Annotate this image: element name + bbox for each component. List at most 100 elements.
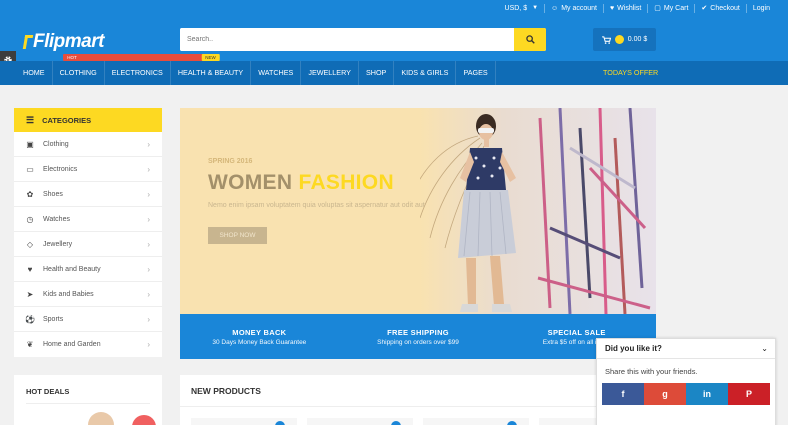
categories-header: ☰ CATEGORIES [14, 108, 162, 132]
category-electronics[interactable]: ▭ Electronics › [14, 157, 162, 182]
cart-icon [601, 35, 611, 44]
category-label: Home and Garden [43, 341, 101, 348]
category-label: Kids and Babies [43, 290, 94, 298]
nav-item-label: ELECTRONICS [111, 68, 163, 77]
logo-mark-icon [22, 35, 34, 49]
free-shipping-info: FREE SHIPPING Shipping on orders over $99 [339, 314, 498, 359]
facebook-share-button[interactable]: f [602, 383, 644, 405]
heart-icon: ♥ [610, 4, 615, 12]
shop-now-button[interactable]: SHOP NOW [208, 227, 267, 244]
category-label: Watches [43, 215, 70, 223]
category-shoes[interactable]: ✿ Shoes › [14, 182, 162, 207]
chevron-right-icon: › [147, 289, 150, 299]
category-health-beauty[interactable]: ♥ Health and Beauty › [14, 257, 162, 282]
share-message: Share this with your friends. [605, 367, 698, 376]
category-label: Shoes [43, 190, 63, 198]
info-subtitle: Shipping on orders over $99 [377, 339, 459, 346]
product-tag [391, 421, 401, 425]
logo[interactable]: Flipmart [22, 31, 104, 53]
hot-deal-image[interactable] [88, 412, 114, 425]
new-products-title: NEW PRODUCTS [191, 386, 261, 396]
product-tag [275, 421, 285, 425]
hero-description: Nemo enim ipsam voluptatem quia voluptas… [208, 202, 425, 209]
chevron-right-icon: › [147, 214, 150, 224]
nav-item-pages[interactable]: PAGES [456, 61, 496, 85]
user-icon: ☺ [551, 4, 559, 12]
my-account-link[interactable]: ☺ My account [544, 3, 603, 13]
chevron-right-icon: › [147, 189, 150, 199]
share-buttons: f g in P [602, 383, 770, 405]
linkedin-share-button[interactable]: in [686, 383, 728, 405]
wishlist-link[interactable]: ♥ Wishlist [603, 3, 647, 13]
nav-items: HOME CLOTHING HOT ELECTRONICS NEW HEALTH &… [16, 54, 496, 85]
checkout-label: Checkout [710, 4, 740, 12]
wishlist-label: Wishlist [617, 4, 642, 12]
my-account-label: My account [561, 4, 597, 12]
diamond-icon: ◇ [26, 239, 34, 249]
share-widget-header[interactable]: Did you like it? ⌄ [597, 339, 775, 359]
login-link[interactable]: Login [745, 3, 776, 13]
nav-item-home[interactable]: HOME [16, 61, 53, 85]
category-label: Sports [43, 315, 64, 323]
nav-item-clothing[interactable]: CLOTHING [53, 61, 105, 85]
divider [180, 406, 656, 407]
hero-title-part-1: WOMEN [208, 171, 293, 194]
currency-selector[interactable]: USD, $ ▼ [499, 4, 545, 13]
currency-label: USD, $ [504, 4, 528, 12]
cart-icon: ▢ [654, 4, 661, 12]
categories-title: CATEGORIES [42, 115, 92, 125]
nav-item-electronics[interactable]: HOT ELECTRONICS [63, 54, 212, 85]
google-share-button[interactable]: g [644, 383, 686, 405]
divider [26, 403, 150, 404]
nav-item-shop[interactable]: SHOP [359, 61, 395, 85]
category-home-garden[interactable]: ❦ Home and Garden › [14, 332, 162, 357]
todays-offer-link[interactable]: TODAYS OFFER [603, 61, 658, 85]
my-cart-link[interactable]: ▢ My Cart [647, 3, 694, 13]
chevron-right-icon: › [147, 164, 150, 174]
search-icon [525, 35, 535, 44]
hero-kicker: SPRING 2016 [208, 158, 253, 165]
shopping-bag-icon: ▣ [26, 139, 34, 149]
search-button[interactable] [514, 28, 546, 51]
hot-deals-title: HOT DEALS [26, 387, 70, 396]
checkout-link[interactable]: ✔ Checkout [694, 3, 745, 13]
chevron-right-icon: › [147, 239, 150, 249]
top-links: USD, $ ▼ ☺ My account ♥ Wishlist ▢ My Cart ✔… [499, 0, 776, 16]
nav-item-health-beauty[interactable]: NEW HEALTH & BEAUTY [171, 54, 252, 85]
cart-total: 0.00 $ [627, 36, 648, 43]
hero-title: WOMEN FASHION [208, 171, 394, 195]
cart-count-badge [614, 35, 624, 44]
logo-text: Flipmart [33, 31, 104, 52]
menu-icon: ☰ [26, 114, 35, 125]
category-label: Electronics [43, 165, 78, 173]
category-kids-babies[interactable]: ➤ Kids and Babies › [14, 282, 162, 307]
heartbeat-icon: ♥ [27, 264, 33, 274]
category-label: Jewellery [43, 240, 73, 248]
laptop-icon: ▭ [26, 164, 34, 174]
hero-banner[interactable]: SPRING 2016 WOMEN FASHION Nemo enim ipsa… [180, 108, 656, 314]
product-tag [507, 421, 517, 425]
search-box [180, 28, 546, 51]
pinterest-share-button[interactable]: P [728, 383, 770, 405]
leaf-icon: ❦ [26, 340, 34, 349]
cart-button[interactable]: 0.00 $ [593, 28, 656, 51]
chevron-down-icon[interactable]: ⌄ [761, 344, 768, 353]
category-label: Clothing [43, 140, 69, 148]
info-subtitle: 30 Days Money Back Guarantee [212, 339, 307, 346]
nav-item-watches[interactable]: WATCHES [251, 61, 302, 85]
paper-plane-icon: ➤ [26, 289, 34, 299]
money-back-info: MONEY BACK 30 Days Money Back Guarantee [180, 314, 339, 359]
chevron-right-icon: › [147, 340, 150, 349]
chevron-right-icon: › [147, 264, 150, 274]
top-bar: USD, $ ▼ ☺ My account ♥ Wishlist ▢ My Cart ✔… [0, 0, 788, 16]
share-question: Did you like it? [605, 344, 662, 353]
category-clothing[interactable]: ▣ Clothing › [14, 132, 162, 157]
search-input[interactable] [180, 28, 515, 51]
category-sports[interactable]: ⚽ Sports › [14, 307, 162, 332]
nav-item-jewellery[interactable]: JEWELLERY [301, 61, 359, 85]
category-watches[interactable]: ◷ Watches › [14, 207, 162, 232]
main-nav: HOME CLOTHING HOT ELECTRONICS NEW HEALTH &… [0, 54, 788, 85]
category-jewellery[interactable]: ◇ Jewellery › [14, 232, 162, 257]
nav-item-kids-girls[interactable]: KIDS & GIRLS [394, 61, 457, 85]
clock-icon: ◷ [26, 214, 34, 224]
